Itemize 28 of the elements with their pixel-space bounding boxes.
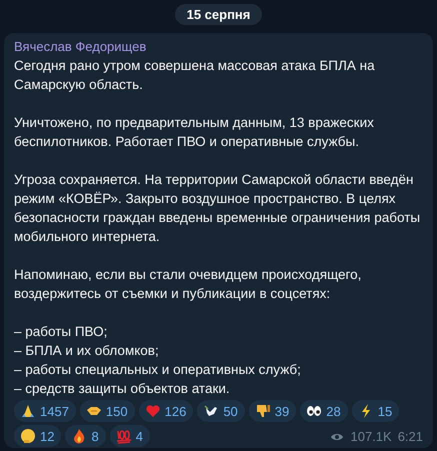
reaction-button[interactable]: 8 [65,425,106,447]
reaction-button[interactable]: 1457 [14,400,76,422]
reaction-button[interactable]: 12 [14,425,62,447]
list-item: – БПЛА и их обломков; [14,342,160,360]
message-paragraph: Напоминаю, если вы стали очевидцем происходящего, воздержитесь от съемки и публикации в соцсетях: [14,266,362,303]
thumbs-down-icon [254,403,271,419]
message-paragraph: Угроза сохраняется. На территории Самарской области введён режим «КОВЁР». Закрыто воздушное пространство. В целях безопасности граждан введены временные ограничения работы мобильного интернета. [14,171,422,246]
reaction-button[interactable]: 28 [300,400,348,422]
reaction-button[interactable]: 50 [197,400,245,422]
hundred-points-icon [116,428,132,444]
message-paragraph: Уничтожено, по предварительным данным, 13 вражеских беспилотников. Работает ПВО и оперативные службы. [14,114,375,151]
list-item: – работы ПВО; [14,323,108,341]
heart-icon [144,403,161,419]
date-badge: 15 серпня [174,4,262,25]
author-name[interactable]: Вячеслав Федорищев [14,38,423,55]
message-paragraph: Сегодня рано утром совершена массовая атака БПЛА на Самарскую область. [14,57,376,94]
reaction-button[interactable]: 4 [110,425,150,447]
reaction-button[interactable]: 150 [80,400,135,422]
list-item: – средств защиты объектов атаки. [14,380,231,398]
view-count: 107.1K [350,430,392,444]
list-item: – работы специальных и оперативных служб; [14,361,302,379]
reaction-button[interactable]: 39 [248,400,296,422]
reaction-button[interactable]: 126 [138,400,194,422]
eyes-icon [306,403,322,419]
bird-icon [203,403,220,419]
reaction-button[interactable]: 15 [352,400,400,422]
message-time: 6:21 [398,430,423,444]
eye-icon [330,432,344,442]
